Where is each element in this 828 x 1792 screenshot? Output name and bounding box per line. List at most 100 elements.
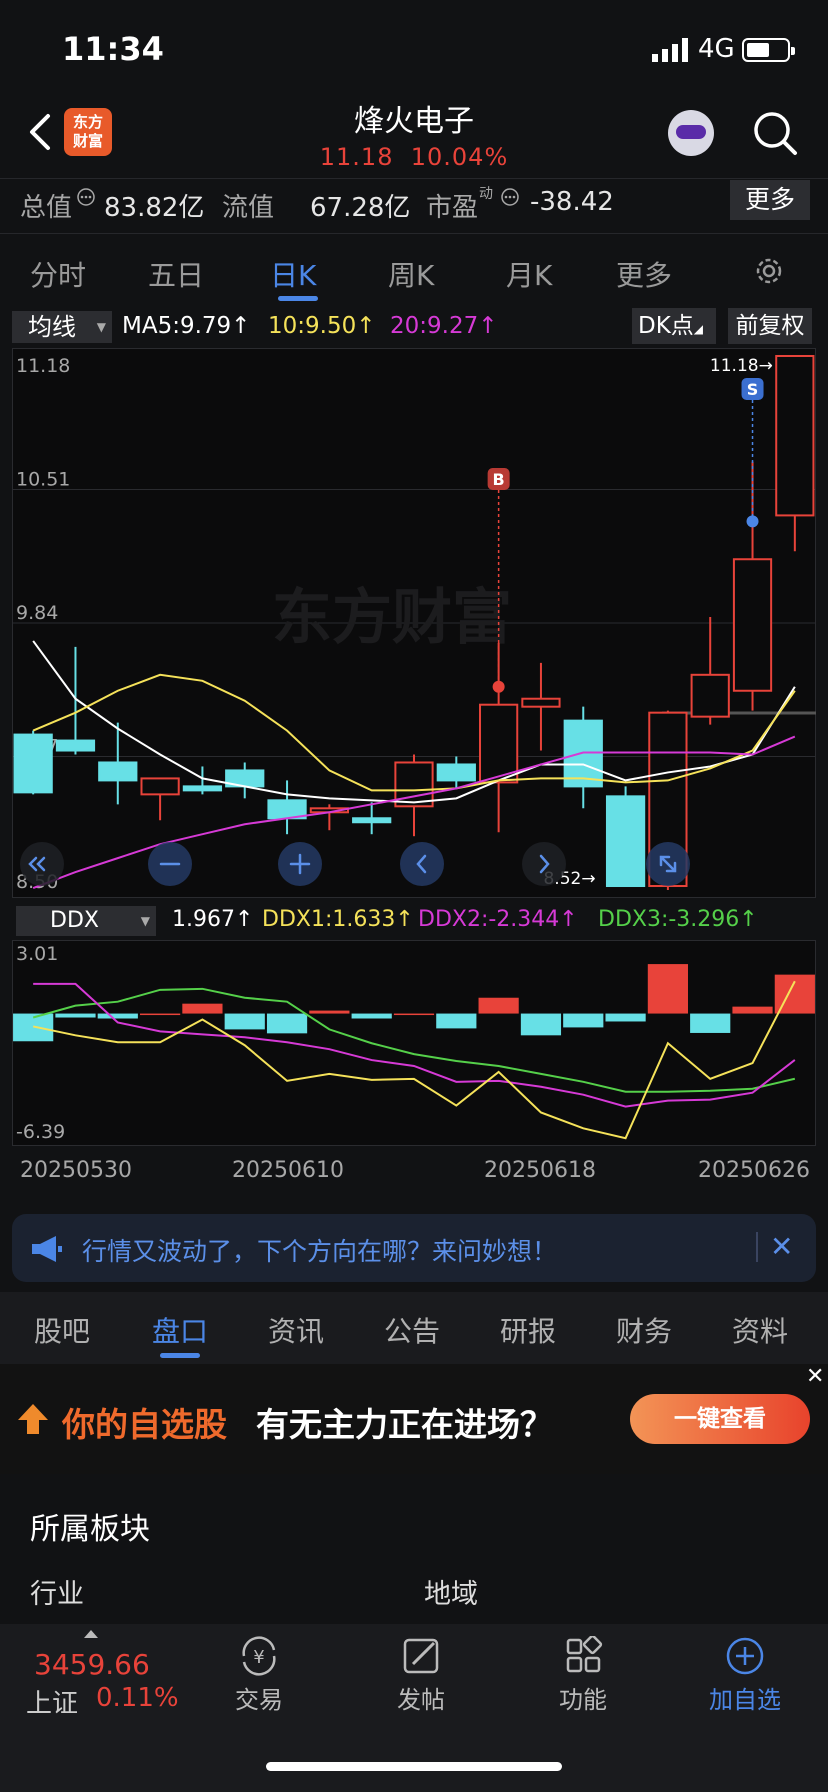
banner-text[interactable]: 行情又波动了，下个方向在哪？来问妙想！ — [82, 1232, 557, 1268]
dropdown-caret-icon: ▼ — [96, 320, 106, 334]
tab-order-book[interactable]: 盘口 — [152, 1310, 208, 1350]
indicator-select[interactable]: 均线 ▼ — [12, 311, 112, 343]
assistant-robot-icon[interactable] — [668, 110, 714, 156]
ad-close-button[interactable]: ✕ — [806, 1364, 824, 1389]
zoom-in-icon[interactable] — [278, 842, 322, 886]
active-subtab-indicator — [160, 1353, 200, 1358]
ddx-bar — [690, 1013, 731, 1033]
ddx-indicator-select[interactable]: DDX ▼ — [16, 906, 156, 936]
tab-news[interactable]: 资讯 — [268, 1310, 324, 1350]
tab-intraday[interactable]: 分时 — [30, 254, 86, 294]
ddx-chart[interactable]: 3.01 -6.39 — [12, 940, 816, 1146]
tab-monthly-k[interactable]: 月K — [506, 254, 552, 294]
tab-profile[interactable]: 资料 — [732, 1310, 788, 1350]
scroll-left-icon[interactable] — [20, 842, 64, 886]
up-arrow-icon — [18, 1404, 48, 1434]
info-dots-icon[interactable] — [500, 187, 520, 207]
pe-sup: 动 — [479, 186, 493, 202]
control-bg — [20, 842, 64, 886]
ad-highlight-text: 你的自选股 — [62, 1405, 227, 1444]
search-icon[interactable] — [752, 110, 798, 156]
forward-adjust-button[interactable]: 前复权 — [728, 308, 812, 344]
ddx-bar — [266, 1013, 308, 1034]
indicator-select-label: 均线 — [28, 313, 76, 341]
marker-dot — [492, 680, 505, 693]
ddx-value: 1.967↑ — [172, 907, 254, 932]
sector-title: 所属板块 — [30, 1512, 150, 1547]
ddx-bar — [97, 1013, 138, 1019]
add-circle-icon — [726, 1637, 764, 1675]
ad-text: 有无主力正在进场？ — [256, 1405, 553, 1444]
ddx1-value: DDX1:1.633↑ — [262, 907, 414, 932]
info-dots-icon[interactable] — [76, 187, 96, 207]
float-value: 67.28亿 — [310, 193, 411, 223]
nav-post-label: 发帖 — [397, 1686, 445, 1714]
sector-industry-label[interactable]: 行业 — [30, 1572, 84, 1611]
ddx-bar — [732, 1006, 773, 1014]
tab-financials[interactable]: 财务 — [616, 1310, 672, 1350]
trade-icon: ¥ — [242, 1636, 276, 1676]
tab-five-day[interactable]: 五日 — [148, 254, 204, 294]
banner-divider — [756, 1232, 758, 1262]
index-change[interactable]: 0.11% — [96, 1683, 179, 1713]
candle-body — [605, 795, 646, 888]
tab-research[interactable]: 研报 — [500, 1310, 556, 1350]
reset-view-icon[interactable] — [646, 842, 690, 886]
sector-region-label[interactable]: 地域 — [424, 1572, 478, 1611]
zoom-out-icon[interactable] — [148, 842, 192, 886]
nav-add-watchlist[interactable]: 加自选 — [690, 1636, 800, 1715]
grid-icon — [566, 1636, 603, 1673]
candle-body — [182, 785, 223, 792]
ddx-bar — [436, 1013, 477, 1029]
dk-points-button[interactable]: DK点◢ — [632, 308, 716, 344]
nav-functions[interactable]: 功能 — [528, 1636, 638, 1715]
high-price-label: 11.18→ — [710, 356, 773, 376]
more-info-button[interactable]: 更多 — [730, 180, 810, 220]
ddx-bar — [563, 1013, 604, 1028]
ddx-bar — [309, 1010, 350, 1014]
step-left-icon[interactable] — [400, 842, 444, 886]
index-name[interactable]: 上证 — [26, 1683, 78, 1720]
pe-value: -38.42 — [530, 187, 614, 217]
nav-trade[interactable]: ¥ 交易 — [204, 1636, 314, 1715]
marker-label: S — [747, 380, 759, 399]
tab-more-periods[interactable]: 更多 — [616, 254, 672, 294]
ddx-bar — [55, 1013, 96, 1018]
candle-body — [690, 673, 730, 718]
svg-text:¥: ¥ — [253, 1647, 264, 1668]
nav-trade-label: 交易 — [235, 1686, 283, 1714]
ad-view-button[interactable]: 一键查看 — [630, 1394, 810, 1444]
date-label: 20250610 — [232, 1158, 344, 1183]
ddx-bar — [605, 1013, 646, 1022]
period-tabs: 分时 五日 日K 周K 月K 更多 — [0, 236, 828, 306]
expand-up-icon[interactable] — [84, 1630, 98, 1638]
ddx-axis-label: -6.39 — [16, 1121, 65, 1143]
price-axis-label: 11.18 — [16, 355, 70, 377]
nav-post[interactable]: 发帖 — [366, 1636, 476, 1715]
status-time: 11:34 — [62, 30, 164, 68]
marker-label: B — [493, 470, 505, 489]
step-right-icon[interactable] — [522, 842, 566, 886]
candle-body — [55, 739, 96, 752]
index-value[interactable]: 3459.66 — [34, 1648, 150, 1681]
edit-icon — [403, 1638, 439, 1674]
date-label: 20250626 — [698, 1158, 810, 1183]
tab-announcements[interactable]: 公告 — [384, 1310, 440, 1350]
tab-daily-k[interactable]: 日K — [270, 254, 316, 294]
tab-weekly-k[interactable]: 周K — [388, 254, 434, 294]
candle-body — [13, 733, 53, 794]
ddx-bar — [224, 1013, 265, 1030]
ma5-value: MA5:9.79↑ — [122, 313, 251, 339]
ddx3-value: DDX3:-3.296↑ — [598, 907, 758, 932]
kline-chart[interactable]: 11.1810.519.849.178.50东方财富BS11.18→8.52→ — [12, 348, 816, 898]
total-value-label: 总值 — [20, 193, 73, 223]
candle-body — [521, 697, 561, 708]
date-label: 20250530 — [20, 1158, 132, 1183]
ddx-bar — [140, 1013, 181, 1016]
stock-info-row: 总值 83.82亿 流值 67.28亿 市盈 动 -38.42 — [0, 178, 828, 234]
tab-forum[interactable]: 股吧 — [34, 1310, 90, 1350]
gear-icon[interactable] — [752, 254, 786, 288]
banner-close-button[interactable]: ✕ — [770, 1230, 793, 1263]
ma20-value: 20:9.27↑ — [390, 313, 498, 339]
ddx-bar — [393, 1013, 435, 1016]
